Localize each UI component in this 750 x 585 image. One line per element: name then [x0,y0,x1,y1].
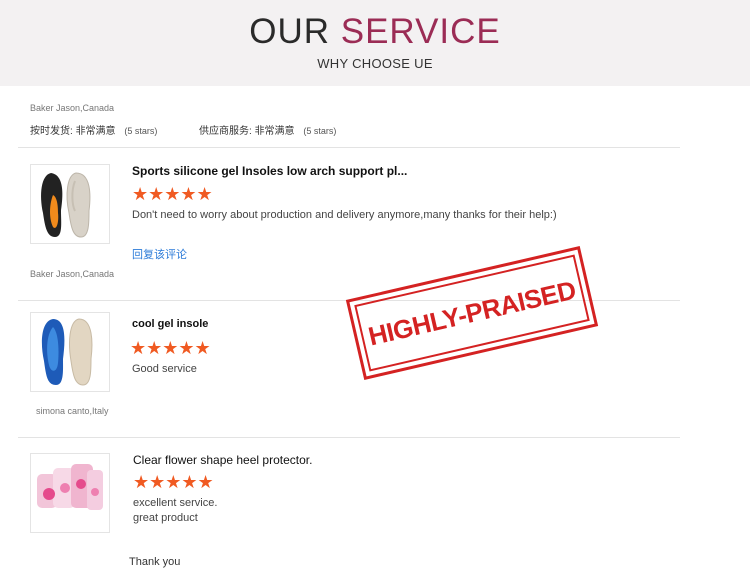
title-plain: OUR [249,12,330,51]
review-3-text-line1: excellent service. [133,497,218,509]
title-accent: SERVICE [340,12,501,51]
review-1-reviewer: Baker Jason,Canada [30,269,115,279]
supplier-stars: (5 stars) [303,126,337,136]
heel-protector-image [37,464,103,510]
product-thumbnail-heel-protector[interactable] [30,453,110,533]
thank-you-text: Thank you [129,556,181,568]
product-thumbnail-cool-gel-insole[interactable] [30,312,110,392]
shipping-label: 按时发货: [30,126,73,137]
review-1-product-title[interactable]: Sports silicone gel Insoles low arch sup… [132,164,407,178]
insole-image [41,172,91,238]
divider [18,437,680,438]
review-1-star-icons: ★★★★★ [132,184,213,204]
shipping-rating: 按时发货: 非常满意 (5 stars) [30,122,157,137]
supplier-label: 供应商服务: [199,126,252,137]
review-3-product-title[interactable]: Clear flower shape heel protector. [133,453,312,467]
page-header: OUR SERVICE WHY CHOOSE UE [0,0,750,86]
reply-link[interactable]: 回复该评论 [132,246,187,262]
shipping-stars: (5 stars) [124,126,158,136]
review-3-stars: ★★★★★ [133,472,214,493]
highly-praised-stamp: HIGHLY-PRAISED [345,246,599,380]
review-2-stars: ★★★★★ [130,338,211,359]
stamp-text: HIGHLY-PRAISED [365,274,579,351]
review-2-star-icons: ★★★★★ [130,338,211,358]
page-subtitle: WHY CHOOSE UE [317,56,433,71]
review-1-stars: ★★★★★ [132,184,213,205]
supplier-rating: 供应商服务: 非常满意 (5 stars) [199,122,336,137]
shipping-value: 非常满意 [75,126,116,137]
review-3-text: excellent service. great product [133,496,217,526]
product-thumbnail-insole-sports[interactable] [30,164,110,244]
insole-image [41,318,93,386]
review-1-text: Don't need to worry about production and… [132,209,557,221]
stamp-border: HIGHLY-PRAISED [354,254,590,372]
summary-reviewer: Baker Jason,Canada [30,103,115,113]
review-2-text: Good service [132,363,197,375]
review-3-star-icons: ★★★★★ [133,472,214,492]
review-2-product-title[interactable]: cool gel insole [132,318,208,330]
review-3-text-line2: great product [133,512,198,524]
supplier-value: 非常满意 [254,126,295,137]
divider [18,147,680,148]
review-2-reviewer: simona canto,Italy [36,406,109,416]
page-title: OUR SERVICE [0,12,750,52]
